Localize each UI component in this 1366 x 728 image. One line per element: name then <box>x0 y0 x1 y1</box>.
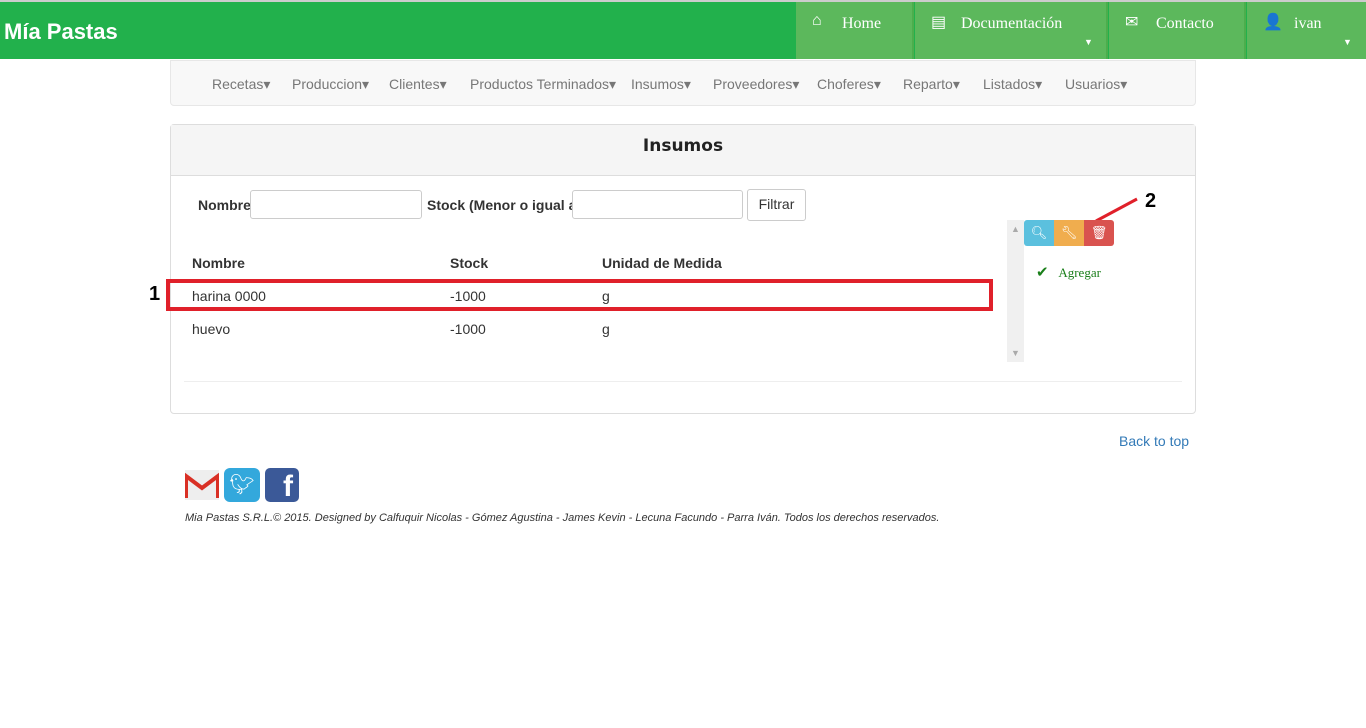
panel-title: Insumos <box>171 125 1195 176</box>
wrench-icon: 🔧︎ <box>1060 225 1078 240</box>
agregar-label: Agregar <box>1058 265 1101 280</box>
user-icon: 👤 <box>1263 14 1283 31</box>
stock-label: Stock (Menor o igual a) <box>427 197 582 213</box>
facebook-icon[interactable]: f <box>265 468 299 503</box>
col-nombre: Nombre <box>192 255 245 271</box>
menu-productos-terminados[interactable]: Productos Terminados▾ <box>470 76 616 93</box>
action-scrollbar[interactable]: ▲ ▼ <box>1007 220 1024 362</box>
agregar-link[interactable]: ✔ Agregar <box>1036 263 1101 282</box>
delete-button[interactable]: 🗑︎ <box>1084 220 1114 246</box>
back-to-top-link[interactable]: Back to top <box>1119 433 1189 449</box>
menu-insumos[interactable]: Insumos▾ <box>631 76 691 93</box>
col-stock: Stock <box>450 255 489 271</box>
caret-down-icon: ▼ <box>1343 37 1352 47</box>
footer-text: Mia Pastas S.R.L.© 2015. Designed by Cal… <box>185 512 940 524</box>
annotation-label-2: 2 <box>1145 190 1157 212</box>
view-button[interactable]: 🔍︎ <box>1024 220 1054 246</box>
menu-clientes[interactable]: Clientes▾ <box>389 76 447 93</box>
twitter-icon[interactable]: 🐦︎ <box>224 468 260 502</box>
nombre-input[interactable] <box>250 190 422 219</box>
cell-unidad: g <box>602 321 610 337</box>
scroll-up-icon[interactable]: ▲ <box>1007 220 1024 234</box>
menu-listados[interactable]: Listados▾ <box>983 76 1042 93</box>
cell-nombre: huevo <box>192 321 231 337</box>
scroll-down-icon[interactable]: ▼ <box>1007 348 1024 358</box>
divider <box>184 381 1182 382</box>
nombre-label: Nombre <box>198 197 251 213</box>
stock-input[interactable] <box>572 190 743 219</box>
cell-stock: -1000 <box>450 321 486 337</box>
sub-navbar: Recetas▾ Produccion▾ Clientes▾ Productos… <box>170 60 1196 106</box>
gmail-icon[interactable] <box>184 470 220 500</box>
trash-icon: 🗑︎ <box>1090 225 1108 240</box>
search-icon: 🔍︎ <box>1030 225 1048 240</box>
list-icon: ▤ <box>931 14 947 31</box>
filtrar-button[interactable]: Filtrar <box>747 189 806 221</box>
menu-usuarios[interactable]: Usuarios▾ <box>1065 76 1127 93</box>
menu-choferes[interactable]: Choferes▾ <box>817 76 881 93</box>
top-navbar: Mía Pastas ⌂ Home ▤ Documentación ▼ ✉ Contac… <box>0 0 1366 59</box>
menu-produccion[interactable]: Produccion▾ <box>292 76 369 93</box>
nav-documentacion[interactable]: ▤ Documentación ▼ <box>915 2 1108 59</box>
menu-reparto[interactable]: Reparto▾ <box>903 76 960 93</box>
nav-user[interactable]: 👤 ivan ▼ <box>1247 2 1366 59</box>
menu-proveedores[interactable]: Proveedores▾ <box>713 76 799 93</box>
menu-recetas[interactable]: Recetas▾ <box>212 76 270 93</box>
envelope-icon: ✉ <box>1125 14 1139 31</box>
nav-contacto[interactable]: ✉ Contacto <box>1109 2 1246 59</box>
nav-home[interactable]: ⌂ Home <box>796 2 914 59</box>
home-icon: ⌂ <box>812 12 822 29</box>
annotation-label-1: 1 <box>149 283 161 305</box>
col-unidad: Unidad de Medida <box>602 255 722 271</box>
annotation-box-1 <box>166 279 993 311</box>
edit-button[interactable]: 🔧︎ <box>1054 220 1084 246</box>
brand-logo[interactable]: Mía Pastas <box>4 19 118 45</box>
check-icon: ✔ <box>1036 265 1049 281</box>
caret-down-icon: ▼ <box>1084 37 1093 47</box>
